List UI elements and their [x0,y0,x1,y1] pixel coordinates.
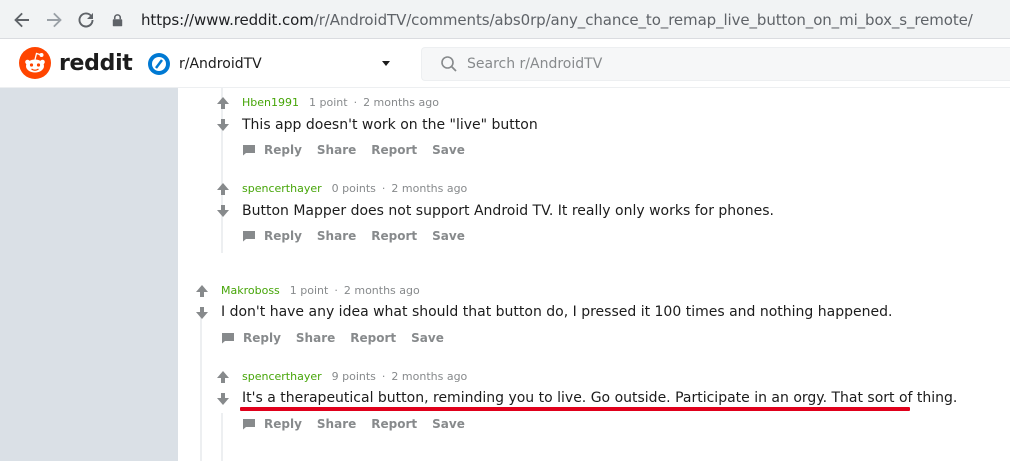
comment-author[interactable]: spencerthayer [242,370,322,383]
vote-controls [216,96,230,132]
reload-icon[interactable] [75,9,97,31]
highlight-underline [240,407,910,411]
comment-points: 1 point [309,96,348,109]
report-button[interactable]: Report [371,229,417,243]
comment-body: I don't have any idea what should that b… [221,304,893,320]
comment-meta: Makroboss 1 point · 2 months ago [221,284,420,297]
meta-separator: · [334,284,338,297]
comment-body: This app doesn't work on the "live" butt… [242,117,538,133]
comment-actions: Reply Share Report Save [242,417,480,431]
upvote-arrow-icon[interactable] [216,182,230,196]
address-bar[interactable]: https://www.reddit.com/r/AndroidTV/comme… [112,6,1010,34]
upvote-arrow-icon[interactable] [216,370,230,384]
downvote-arrow-icon[interactable] [195,306,209,320]
comment-meta: Hben1991 1 point · 2 months ago [242,96,439,109]
save-button[interactable]: Save [411,331,444,345]
comment-author[interactable]: Hben1991 [242,96,299,109]
comment-meta: spencerthayer 0 points · 2 months ago [242,182,467,195]
save-button[interactable]: Save [432,417,465,431]
downvote-arrow-icon[interactable] [216,204,230,218]
comment-icon [242,418,256,430]
lock-icon [112,12,126,28]
thread-line[interactable] [200,313,202,461]
meta-separator: · [381,182,386,195]
subreddit-dropdown[interactable]: r/AndroidTV [148,50,398,78]
share-button[interactable]: Share [317,143,356,157]
reply-button[interactable]: Reply [264,143,302,157]
share-button[interactable]: Share [317,229,356,243]
left-gutter [0,88,178,461]
share-button[interactable]: Share [296,331,335,345]
back-arrow-icon[interactable] [11,9,33,31]
comment-points: 0 points [331,182,376,195]
reddit-logo[interactable]: reddit [19,47,133,79]
search-box[interactable] [421,47,1010,81]
comment-body: Button Mapper does not support Android T… [242,203,774,219]
comment-actions: Reply Share Report Save [242,143,480,157]
comment-points: 1 point [289,284,329,297]
comment-icon [242,230,256,242]
comment-icon [242,144,256,156]
vote-controls [195,284,209,320]
logo-text: reddit [59,50,133,76]
meta-separator: · [381,370,386,383]
site-header: reddit r/AndroidTV [0,39,1010,88]
comment-author[interactable]: Makroboss [221,284,280,297]
comment-meta: spencerthayer 9 points · 2 months ago [242,370,467,383]
browser-toolbar: https://www.reddit.com/r/AndroidTV/comme… [0,0,1010,39]
chevron-down-icon [382,61,390,66]
subreddit-icon [148,53,170,75]
reply-button[interactable]: Reply [264,417,302,431]
reply-button[interactable]: Reply [264,229,302,243]
comment-time[interactable]: 2 months ago [344,284,420,297]
comment-points: 9 points [331,370,376,383]
snoo-icon [19,47,51,79]
subreddit-name: r/AndroidTV [179,56,262,72]
comment-time[interactable]: 2 months ago [391,182,467,195]
thread-line[interactable] [221,413,223,461]
search-icon [440,55,458,73]
meta-separator: · [353,96,358,109]
save-button[interactable]: Save [432,229,465,243]
vote-controls [216,182,230,218]
comment-time[interactable]: 2 months ago [391,370,467,383]
downvote-arrow-icon[interactable] [216,118,230,132]
reply-button[interactable]: Reply [243,331,281,345]
report-button[interactable]: Report [371,143,417,157]
comment-thread: Hben1991 1 point · 2 months ago This app do… [178,88,1010,461]
search-input[interactable] [467,56,987,72]
report-button[interactable]: Report [350,331,396,345]
comment-actions: Reply Share Report Save [242,229,480,243]
comment-actions: Reply Share Report Save [221,331,459,345]
vote-controls [216,370,230,406]
upvote-arrow-icon[interactable] [195,284,209,298]
report-button[interactable]: Report [371,417,417,431]
downvote-arrow-icon[interactable] [216,392,230,406]
comment-author[interactable]: spencerthayer [242,182,322,195]
comment-icon [221,332,235,344]
comment-time[interactable]: 2 months ago [363,96,439,109]
url-text: https://www.reddit.com/r/AndroidTV/comme… [141,11,973,29]
upvote-arrow-icon[interactable] [216,96,230,110]
save-button[interactable]: Save [432,143,465,157]
share-button[interactable]: Share [317,417,356,431]
comment-body: It's a therapeutical button, reminding y… [242,390,958,406]
forward-arrow-icon[interactable] [43,9,65,31]
